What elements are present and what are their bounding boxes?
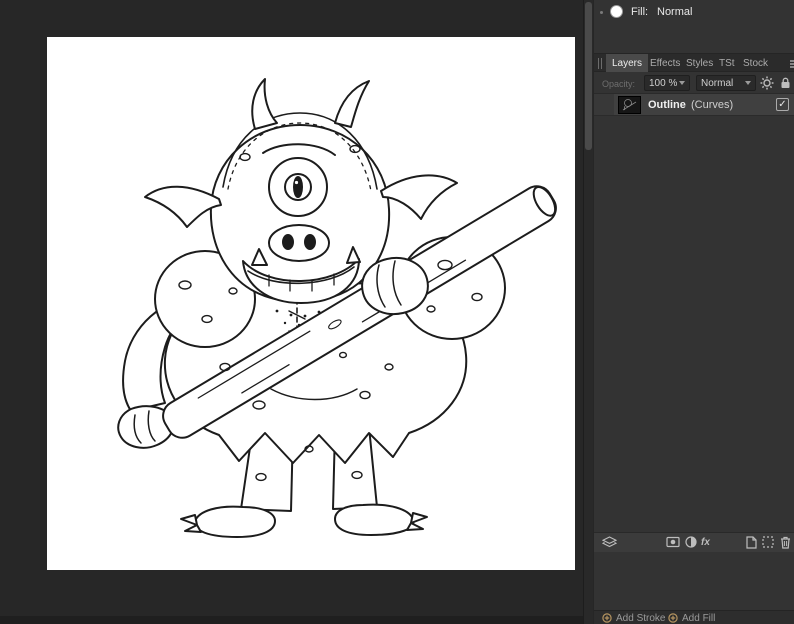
right-studio-panel: Fill: Normal Layers Effects Styles TSt S… <box>593 0 794 624</box>
add-stroke-button[interactable]: Add Stroke <box>602 612 665 624</box>
add-fill-label: Add Fill <box>682 612 716 624</box>
layer-list-empty-area[interactable] <box>594 117 794 532</box>
stroke-fill-bar: Add Stroke Add Fill <box>594 610 794 624</box>
panel-drag-grip-icon[interactable] <box>597 58 603 69</box>
fill-blend-value: Normal <box>657 6 693 18</box>
layer-row[interactable]: Outline (Curves) ✓ <box>594 94 794 116</box>
tab-layers[interactable]: Layers <box>606 54 649 72</box>
checkmark-icon: ✓ <box>778 99 787 110</box>
layer-kind: (Curves) <box>691 99 734 111</box>
opacity-value: 100 % <box>649 77 678 89</box>
layer-thumbnail[interactable] <box>618 96 641 114</box>
add-stroke-label: Add Stroke <box>616 612 666 624</box>
fx-icon[interactable]: fx <box>701 537 710 548</box>
opacity-label: Opacity: <box>602 79 636 89</box>
blend-mode-value: Normal <box>701 77 734 89</box>
fill-indicator-row: Fill: Normal <box>594 0 794 24</box>
gear-icon[interactable] <box>760 76 774 90</box>
opacity-dropdown[interactable]: 100 % <box>644 75 690 91</box>
chevron-down-icon <box>679 81 685 85</box>
layer-visibility-checkbox[interactable]: ✓ <box>776 98 789 111</box>
vertical-scrollbar-thumb[interactable] <box>585 2 592 150</box>
layers-panel-footer: fx <box>594 532 794 552</box>
fill-swatch-icon[interactable] <box>610 5 623 18</box>
plus-circle-icon <box>602 613 612 623</box>
vertical-scrollbar[interactable] <box>583 0 593 624</box>
plus-circle-icon <box>668 613 678 623</box>
chevron-down-icon <box>745 81 751 85</box>
fill-label: Fill: <box>631 6 649 18</box>
artboard[interactable] <box>47 37 575 570</box>
horizontal-scrollbar[interactable] <box>0 616 583 624</box>
tab-stock[interactable]: Stock <box>737 54 774 72</box>
layers-panel-controls: Opacity: 100 % Normal <box>594 72 794 94</box>
add-fill-button[interactable]: Add Fill <box>668 612 715 624</box>
lock-icon[interactable] <box>780 77 791 89</box>
application-window: Fill: Normal Layers Effects Styles TSt S… <box>0 0 794 624</box>
ogre-line-art <box>117 78 557 538</box>
blend-mode-dropdown[interactable]: Normal <box>696 75 756 91</box>
layer-name: Outline <box>648 99 686 111</box>
layers-panel-tabbar: Layers Effects Styles TSt Stock <box>594 53 794 72</box>
canvas-viewport[interactable] <box>0 0 583 616</box>
panel-grip-dot <box>600 11 603 14</box>
